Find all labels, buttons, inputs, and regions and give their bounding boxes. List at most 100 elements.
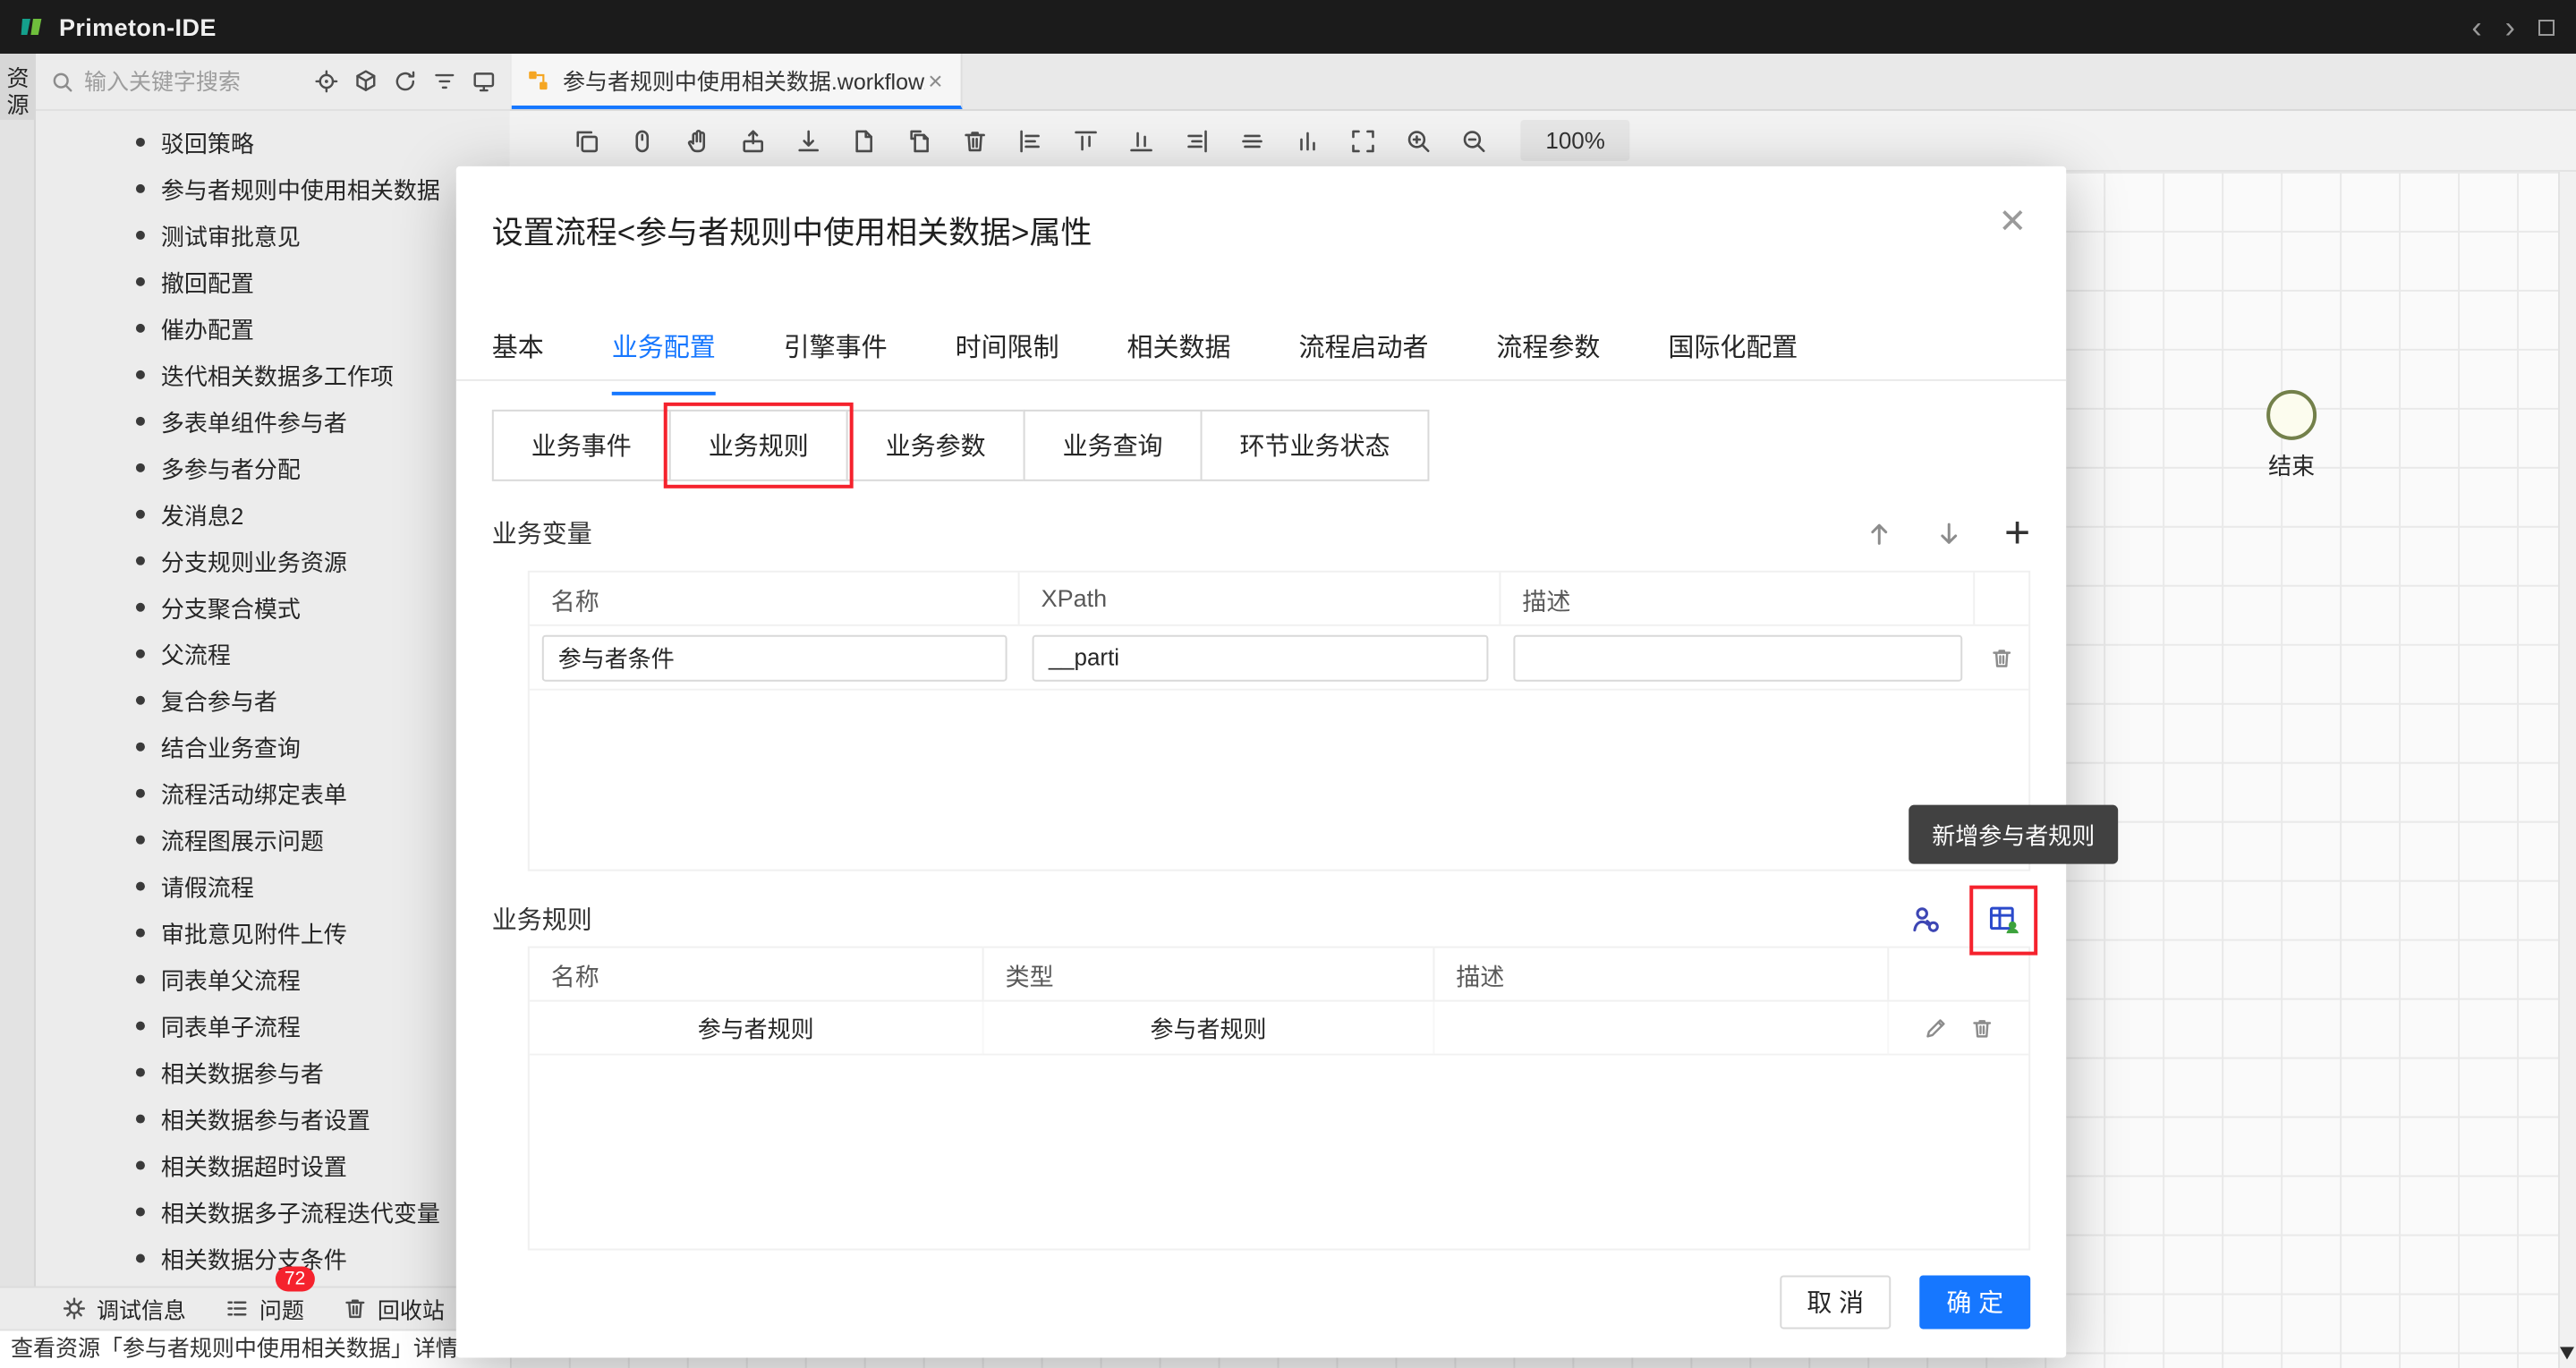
tree-item[interactable]: 同表单子流程 bbox=[36, 1002, 510, 1049]
bullet-icon bbox=[136, 835, 145, 844]
hand-icon[interactable] bbox=[678, 121, 718, 160]
variable-desc-input[interactable] bbox=[1513, 634, 1962, 681]
tree-item[interactable]: 参与者规则中使用相关数据 bbox=[36, 165, 510, 211]
filter-icon[interactable] bbox=[428, 64, 462, 98]
tree-item[interactable]: 相关数据参与者 bbox=[36, 1049, 510, 1095]
tab-time-limit[interactable]: 时间限制 bbox=[956, 327, 1059, 379]
scroll-down-icon[interactable] bbox=[2560, 1347, 2574, 1359]
tree-item[interactable]: 相关数据多子流程迭代变量 bbox=[36, 1188, 510, 1235]
tree-item[interactable]: 迭代相关数据多工作项 bbox=[36, 351, 510, 397]
bullet-icon bbox=[136, 183, 145, 192]
tree-item[interactable]: 分支规则业务资源 bbox=[36, 537, 510, 583]
bullet-icon bbox=[136, 137, 145, 146]
debug-info-button[interactable]: 调试信息 bbox=[61, 1291, 186, 1325]
zoom-level-select[interactable]: 100% bbox=[1520, 120, 1629, 161]
move-up-icon[interactable] bbox=[1865, 518, 1895, 548]
add-participant-rule-tooltip: 新增参与者规则 bbox=[1909, 805, 2118, 864]
delete-variable-icon[interactable] bbox=[1975, 645, 2028, 670]
delete-icon[interactable] bbox=[956, 121, 995, 160]
tree-item-label: 相关数据分支条件 bbox=[161, 1241, 347, 1275]
subtab-business-rules[interactable]: 业务规则 bbox=[669, 410, 848, 481]
tree-item[interactable]: 相关数据分支条件 bbox=[36, 1235, 510, 1281]
delete-rule-icon[interactable] bbox=[1969, 1015, 1994, 1041]
zoom-in-icon[interactable] bbox=[1399, 121, 1438, 160]
monitor-icon[interactable] bbox=[467, 64, 501, 98]
tree-item[interactable]: 催办配置 bbox=[36, 304, 510, 351]
subtab-business-events[interactable]: 业务事件 bbox=[492, 410, 671, 481]
tab-i18n-config[interactable]: 国际化配置 bbox=[1668, 327, 1798, 379]
align-center-icon[interactable] bbox=[1233, 121, 1272, 160]
align-right-icon[interactable] bbox=[1177, 121, 1217, 160]
tree-item[interactable]: 驳回策略 bbox=[36, 118, 510, 165]
tab-related-data[interactable]: 相关数据 bbox=[1127, 327, 1231, 379]
zoom-out-icon[interactable] bbox=[1454, 121, 1493, 160]
problems-count-badge: 72 bbox=[276, 1267, 314, 1292]
tab-basic[interactable]: 基本 bbox=[492, 327, 544, 379]
tree-item[interactable]: 复合参与者 bbox=[36, 676, 510, 723]
align-left-icon[interactable] bbox=[1011, 121, 1050, 160]
cube-icon[interactable] bbox=[349, 64, 383, 98]
cancel-button[interactable]: 取 消 bbox=[1780, 1276, 1891, 1330]
bullet-icon bbox=[136, 230, 145, 239]
copy-file-icon[interactable] bbox=[900, 121, 939, 160]
align-top-icon[interactable] bbox=[1067, 121, 1106, 160]
pointer-mouse-icon[interactable] bbox=[623, 121, 662, 160]
tree-item[interactable]: 测试审批意见 bbox=[36, 211, 510, 258]
tree-item[interactable]: 相关数据超时设置 bbox=[36, 1142, 510, 1188]
nav-back-icon[interactable]: ‹ bbox=[2471, 12, 2481, 42]
refresh-icon[interactable] bbox=[388, 64, 422, 98]
tab-engine-events[interactable]: 引擎事件 bbox=[784, 327, 888, 379]
tab-close-icon[interactable]: × bbox=[924, 67, 946, 92]
tree-item-label: 相关数据参与者 bbox=[161, 1055, 324, 1089]
tree-item[interactable]: 审批意见附件上传 bbox=[36, 909, 510, 956]
tree-item[interactable]: 发消息2 bbox=[36, 490, 510, 537]
tree-item[interactable]: 相关数据参与者设置 bbox=[36, 1095, 510, 1142]
ok-button[interactable]: 确 定 bbox=[1919, 1276, 2030, 1330]
locate-icon[interactable] bbox=[310, 64, 344, 98]
search-input[interactable] bbox=[84, 69, 295, 94]
tree-item[interactable]: 同表单父流程 bbox=[36, 956, 510, 1002]
tree-item[interactable]: 父流程 bbox=[36, 630, 510, 676]
subtab-business-query[interactable]: 业务查询 bbox=[1024, 410, 1203, 481]
tree-item[interactable]: 流程活动绑定表单 bbox=[36, 769, 510, 816]
download-icon[interactable] bbox=[789, 121, 829, 160]
export-icon[interactable] bbox=[734, 121, 773, 160]
subtab-business-params[interactable]: 业务参数 bbox=[846, 410, 1025, 481]
add-business-rule-icon[interactable] bbox=[1901, 896, 1948, 943]
variable-name-input[interactable] bbox=[542, 634, 1007, 681]
tab-process-params[interactable]: 流程参数 bbox=[1496, 327, 1600, 379]
tab-business-config[interactable]: 业务配置 bbox=[612, 327, 716, 379]
tab-process-starter[interactable]: 流程启动者 bbox=[1298, 327, 1428, 379]
variable-xpath-input[interactable] bbox=[1033, 634, 1489, 681]
fit-screen-icon[interactable] bbox=[1343, 121, 1382, 160]
tree-item[interactable]: 结合业务查询 bbox=[36, 723, 510, 769]
align-bottom-icon[interactable] bbox=[1122, 121, 1161, 160]
end-node[interactable] bbox=[2266, 390, 2317, 440]
restore-window-icon[interactable] bbox=[2538, 19, 2555, 35]
tree-item[interactable]: 撤回配置 bbox=[36, 258, 510, 304]
tree-item[interactable]: 多表单组件参与者 bbox=[36, 397, 510, 444]
tree-item[interactable]: 请假流程 bbox=[36, 862, 510, 909]
duplicate-icon[interactable] bbox=[567, 121, 607, 160]
file-icon[interactable] bbox=[845, 121, 884, 160]
resources-vertical-tab[interactable]: 资源 bbox=[0, 54, 36, 120]
add-variable-icon[interactable]: + bbox=[2004, 515, 2030, 551]
dialog-close-icon[interactable]: ✕ bbox=[1998, 206, 2027, 240]
variables-section-header: 业务变量 + bbox=[492, 506, 2037, 560]
move-down-icon[interactable] bbox=[1934, 518, 1965, 548]
editor-tab-active[interactable]: 参与者规则中使用相关数据.workflowx × bbox=[512, 54, 963, 109]
canvas-scrollbar[interactable] bbox=[2558, 172, 2576, 1368]
column-header-desc: 描述 bbox=[1501, 573, 1975, 625]
add-participant-rule-icon[interactable] bbox=[1980, 896, 2027, 943]
tree-item[interactable]: 分支聚合模式 bbox=[36, 583, 510, 630]
recycle-bin-button[interactable]: 回收站 bbox=[342, 1291, 445, 1325]
edit-rule-icon[interactable] bbox=[1923, 1015, 1948, 1041]
bullet-icon bbox=[136, 1207, 145, 1216]
tree-item[interactable]: 流程图展示问题 bbox=[36, 816, 510, 862]
problems-button[interactable]: 问题 bbox=[224, 1291, 304, 1325]
nav-forward-icon[interactable]: › bbox=[2505, 12, 2515, 42]
subtab-node-business-status[interactable]: 环节业务状态 bbox=[1201, 410, 1430, 481]
rules-table-row[interactable]: 参与者规则 参与者规则 bbox=[530, 1002, 2028, 1056]
tree-item[interactable]: 多参与者分配 bbox=[36, 444, 510, 490]
bar-chart-icon[interactable] bbox=[1288, 121, 1327, 160]
